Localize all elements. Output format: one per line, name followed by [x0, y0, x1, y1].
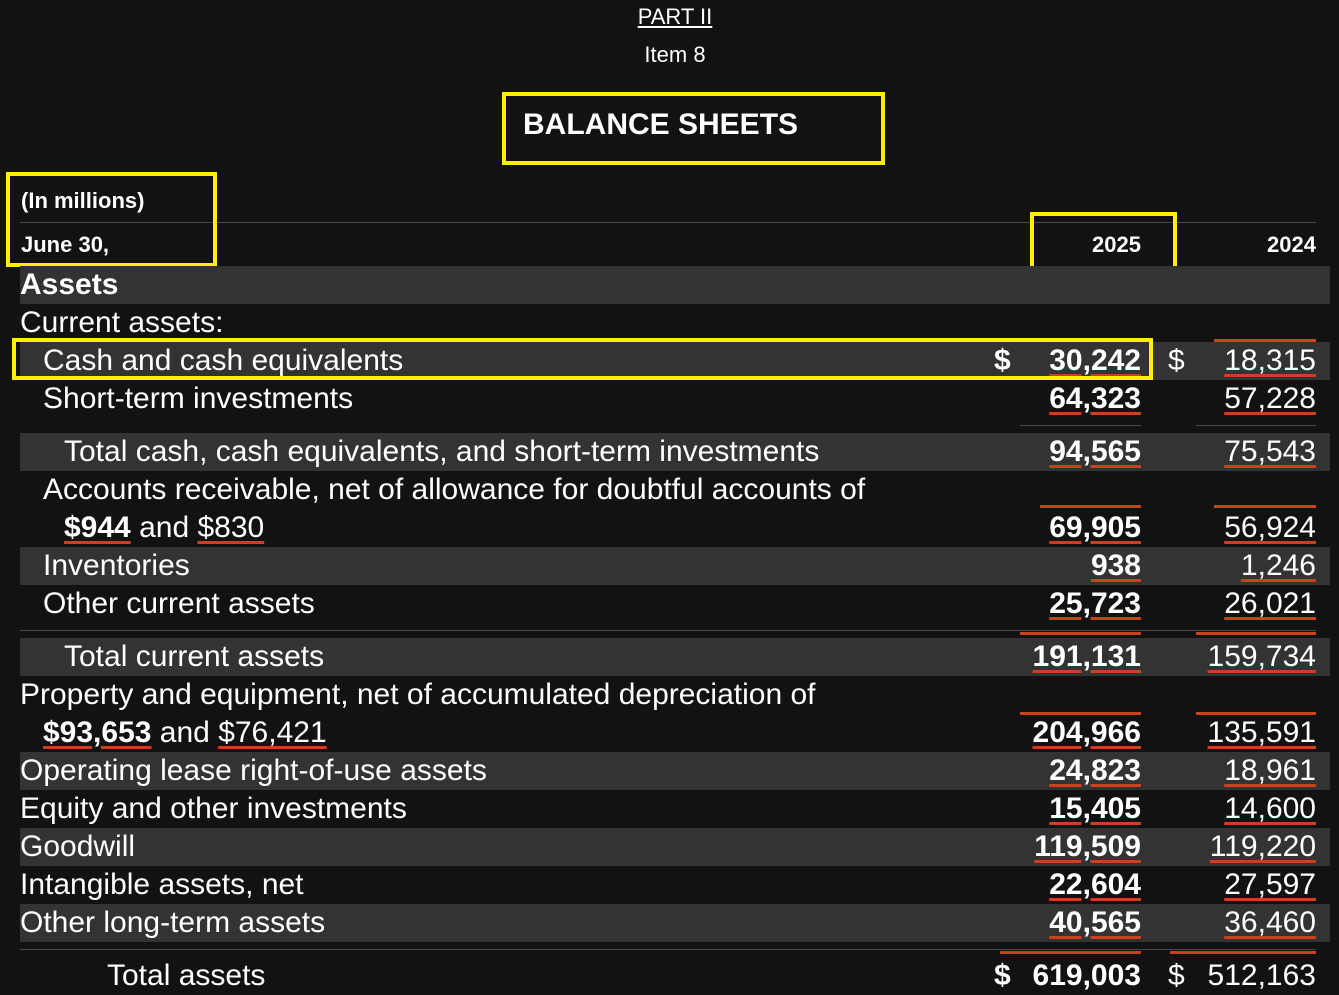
table-row: Total cash, cash equivalents, and short-…	[20, 433, 1330, 471]
value-2024: 18,315	[1224, 344, 1316, 377]
spellcheck-mark	[1040, 505, 1141, 508]
value-2025: 191,131	[1032, 640, 1141, 673]
value-2024: 56,924	[1224, 511, 1316, 544]
spellcheck-mark	[1170, 951, 1316, 954]
value-2024: 135,591	[1207, 716, 1316, 749]
value-2024: 14,600	[1224, 792, 1316, 825]
value-2025: 119,509	[1034, 830, 1141, 863]
value-2024: 36,460	[1224, 906, 1316, 939]
table-row: Accounts receivable, net of allowance fo…	[20, 471, 1330, 547]
table-row: Short-term investments 64,323 57,228	[20, 380, 1330, 418]
row-label: Goodwill	[20, 830, 136, 863]
table-row: Total assets $ 619,003 $ 512,163	[20, 957, 1330, 995]
value-2025: 69,905	[1049, 511, 1141, 544]
dollar-sign-2024: $	[1168, 959, 1185, 992]
value-2024: 119,220	[1209, 830, 1316, 863]
subtotal-rule	[1020, 425, 1141, 426]
column-header-2024: 2024	[1267, 232, 1316, 257]
value-2024: 26,021	[1224, 587, 1316, 620]
value-2024: 18,961	[1224, 754, 1316, 787]
dollar-sign-2024: $	[1168, 344, 1185, 377]
spellcheck-mark	[1000, 951, 1141, 954]
allowance-2025: $944	[64, 511, 131, 544]
row-label: Equity and other investments	[20, 792, 407, 825]
cash-highlight-box	[12, 338, 1153, 380]
section-current-assets: Current assets:	[20, 304, 1330, 342]
table-row: Equity and other investments 15,405 14,6…	[20, 790, 1330, 828]
value-2025: 94,565	[1049, 435, 1141, 468]
row-label: Total current assets	[64, 640, 325, 673]
subtotal-rule	[1196, 425, 1316, 426]
row-label: Other long-term assets	[20, 906, 326, 939]
row-label: Property and equipment, net of accumulat…	[20, 678, 816, 711]
year-highlight-box	[1030, 212, 1177, 273]
table-row: Total current assets 191,131 159,734	[20, 638, 1330, 676]
allowance-2024: $830	[197, 511, 265, 544]
table-row: Other current assets 25,723 26,021	[20, 585, 1330, 623]
value-2025: 938	[1090, 549, 1141, 582]
value-2025: 64,323	[1049, 382, 1141, 415]
value-2025: 204,966	[1032, 716, 1141, 749]
dollar-sign-2025: $	[994, 959, 1011, 992]
value-2025: 40,565	[1049, 906, 1141, 939]
row-label-line2: $944 and $830	[64, 509, 264, 547]
value-2025: 22,604	[1049, 868, 1141, 901]
value-2024: 27,597	[1224, 868, 1316, 901]
section-assets: Assets	[20, 266, 1330, 304]
row-label: Other current assets	[43, 587, 315, 620]
value-2024: 512,163	[1207, 959, 1316, 992]
subtotal-rule	[20, 630, 1316, 631]
value-2025: 15,405	[1049, 792, 1141, 825]
table-row: Intangible assets, net 22,604 27,597	[20, 866, 1330, 904]
label-connector: and	[151, 716, 219, 749]
current-assets-heading: Current assets:	[20, 306, 224, 339]
row-label: Operating lease right-of-use assets	[20, 754, 487, 787]
table-row: Inventories 938 1,246	[20, 547, 1330, 585]
value-2025: 24,823	[1049, 754, 1141, 787]
spellcheck-mark	[1214, 505, 1316, 508]
value-2024: 1,246	[1240, 549, 1316, 582]
table-row: Other long-term assets 40,565 36,460	[20, 904, 1330, 942]
part-label: PART II	[637, 4, 713, 29]
spellcheck-mark	[1196, 712, 1316, 715]
spellcheck-mark	[1196, 632, 1316, 635]
table-row: Operating lease right-of-use assets 24,8…	[20, 752, 1330, 790]
depreciation-2025: $93,653	[43, 716, 152, 749]
value-2025: 25,723	[1049, 587, 1141, 620]
value-2024: 159,734	[1207, 640, 1316, 673]
row-label: Intangible assets, net	[20, 868, 304, 901]
row-label: Accounts receivable, net of allowance fo…	[43, 473, 866, 506]
value-2025: 619,003	[1032, 959, 1141, 992]
row-label: Inventories	[43, 549, 190, 582]
label-connector: and	[130, 511, 198, 544]
title-highlight-box	[502, 92, 885, 165]
spellcheck-mark	[1214, 339, 1316, 342]
spellcheck-mark	[1020, 712, 1141, 715]
row-label-line2: $93,653 and $76,421	[43, 714, 327, 752]
row-label: Total cash, cash equivalents, and short-…	[64, 435, 820, 468]
item-label: Item 8	[644, 42, 706, 67]
spellcheck-mark	[1020, 632, 1141, 635]
assets-heading: Assets	[20, 268, 119, 301]
table-row: Goodwill 119,509 119,220	[20, 828, 1330, 866]
value-2024: 75,543	[1224, 435, 1316, 468]
total-rule	[20, 949, 1316, 950]
value-2024: 57,228	[1224, 382, 1316, 415]
row-label: Total assets	[107, 959, 266, 992]
row-label: Short-term investments	[43, 382, 354, 415]
units-highlight-box	[6, 172, 217, 267]
depreciation-2024: $76,421	[218, 716, 327, 749]
